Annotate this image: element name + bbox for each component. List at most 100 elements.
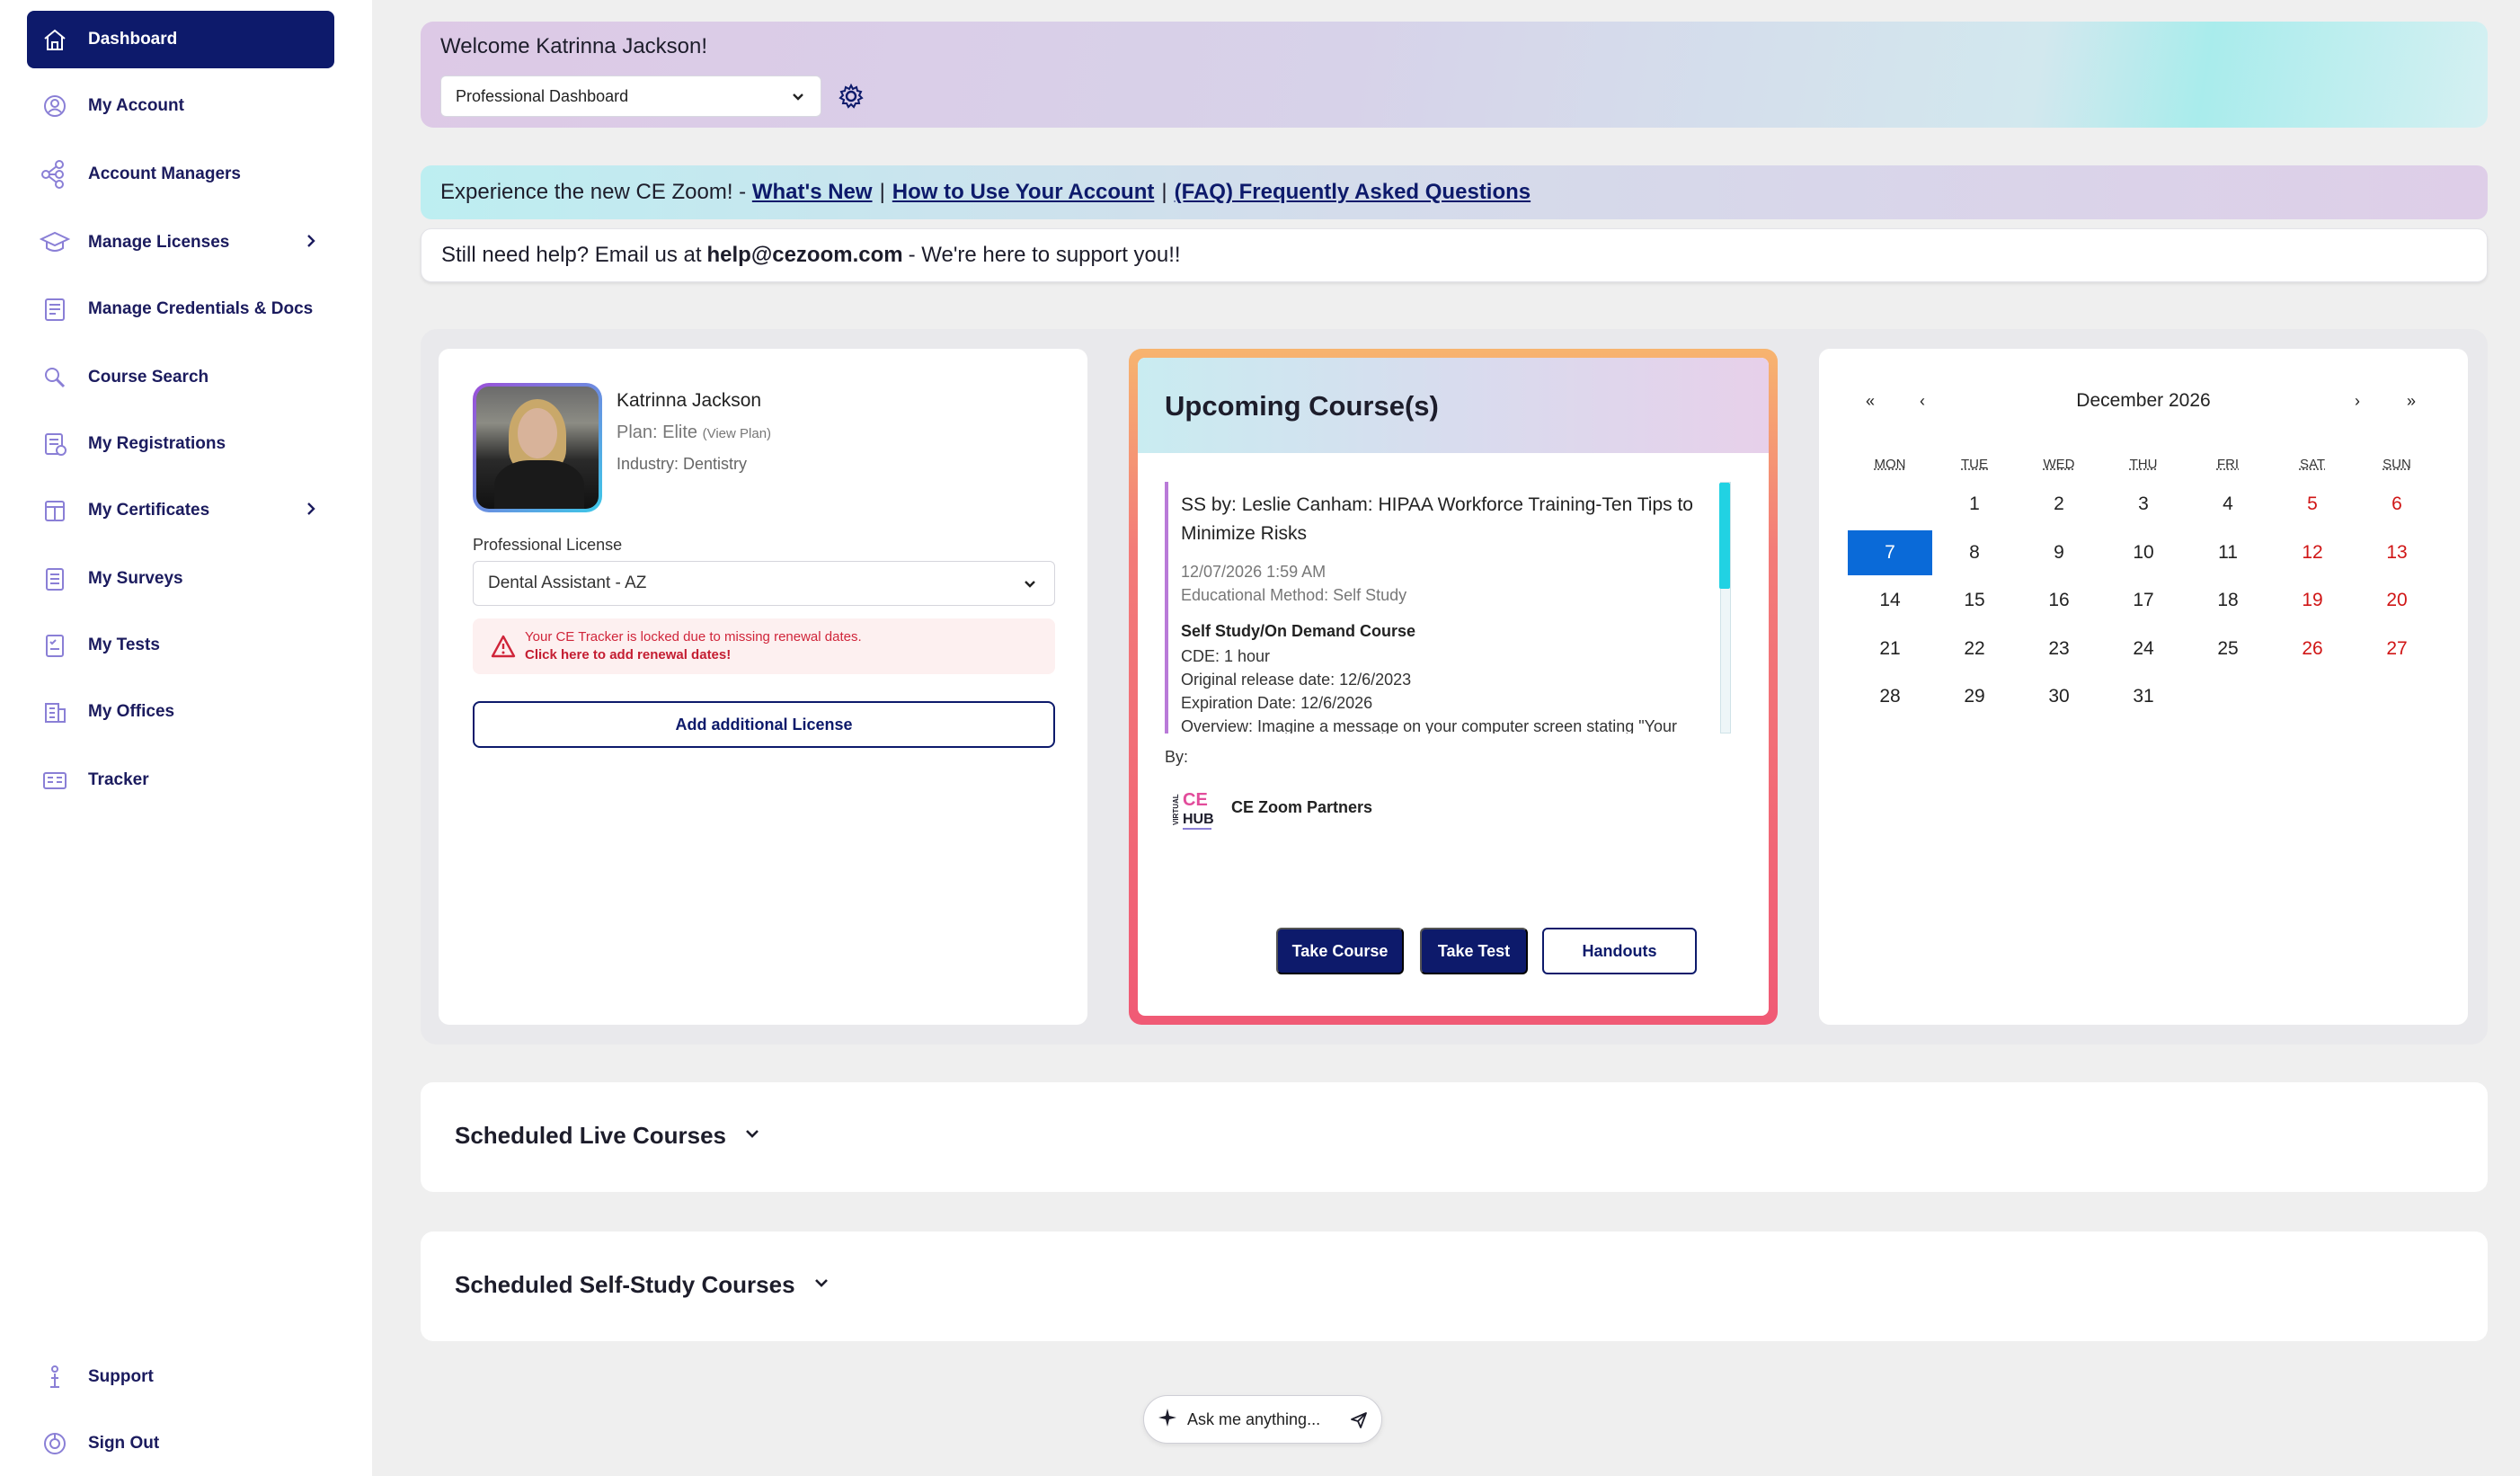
calendar-day-of-week: THU <box>2129 457 2158 472</box>
calendar-day[interactable]: 9 <box>2017 530 2101 575</box>
announcement-banner: Experience the new CE Zoom! - What's New… <box>421 165 2488 219</box>
sparkle-icon <box>1157 1407 1178 1433</box>
calendar-day[interactable]: 30 <box>2017 674 2101 719</box>
svg-text:CE: CE <box>1183 790 1208 810</box>
svg-text:HUB: HUB <box>1183 812 1214 827</box>
license-select[interactable]: Dental Assistant - AZ <box>473 561 1055 606</box>
calendar-day-of-week: FRI <box>2216 457 2240 472</box>
sidebar-item-manage-licenses[interactable]: Manage Licenses <box>27 214 334 271</box>
calendar-day[interactable]: 26 <box>2270 627 2355 671</box>
calendar-day[interactable]: 10 <box>2101 530 2186 575</box>
calendar-month: December 2026 <box>2076 390 2211 411</box>
handouts-button[interactable]: Handouts <box>1542 928 1697 974</box>
calendar-day[interactable]: 23 <box>2017 627 2101 671</box>
profile-plan: Plan: Elite (View Plan) <box>617 422 772 442</box>
sidebar-item-my-registrations[interactable]: My Registrations <box>27 415 334 473</box>
course-details: SS by: Leslie Canham: HIPAA Workforce Tr… <box>1165 482 1731 734</box>
calendar-day[interactable]: 4 <box>2186 482 2270 527</box>
profile-name: Katrinna Jackson <box>617 390 762 411</box>
chevron-down-icon <box>790 89 806 110</box>
sidebar-item-course-search[interactable]: Course Search <box>27 349 334 406</box>
chevron-right-icon[interactable] <box>302 500 320 518</box>
chevron-down-icon[interactable] <box>742 1122 762 1150</box>
calendar-day[interactable]: 29 <box>1932 674 2017 719</box>
scrollbar-thumb[interactable] <box>1719 483 1730 589</box>
sidebar-item-my-tests[interactable]: My Tests <box>27 617 334 674</box>
partner-logo: VIRTUAL CE HUB <box>1170 784 1217 834</box>
profile-industry: Industry: Dentistry <box>617 455 748 473</box>
whats-new-link[interactable]: What's New <box>752 180 873 205</box>
calendar-day-of-week: SAT <box>2299 457 2326 472</box>
calendar-day[interactable]: 22 <box>1932 627 2017 671</box>
help-email[interactable]: help@cezoom.com <box>707 243 903 268</box>
welcome-header: Welcome Katrinna Jackson! Professional D… <box>421 22 2488 128</box>
calendar-day[interactable]: 5 <box>2270 482 2355 527</box>
calendar-day[interactable]: 11 <box>2186 530 2270 575</box>
calendar-day[interactable]: 31 <box>2101 674 2186 719</box>
calendar-day[interactable]: 25 <box>2186 627 2270 671</box>
calendar-day[interactable]: 19 <box>2270 578 2355 623</box>
calendar-day-of-week: TUE <box>1961 457 1988 472</box>
calendar-day[interactable]: 15 <box>1932 578 2017 623</box>
chevron-down-icon <box>1022 576 1038 598</box>
take-course-button[interactable]: Take Course <box>1276 928 1404 974</box>
calendar-day[interactable]: 21 <box>1848 627 1932 671</box>
view-plan-link[interactable]: (View Plan) <box>703 426 771 441</box>
dashboard-select[interactable]: Professional Dashboard <box>440 76 821 117</box>
calendar-day[interactable]: 28 <box>1848 674 1932 719</box>
calendar-day[interactable]: 27 <box>2355 627 2439 671</box>
sidebar-item-my-offices[interactable]: My Offices <box>27 683 334 741</box>
course-title[interactable]: SS by: Leslie Canham: HIPAA Workforce Tr… <box>1181 491 1711 548</box>
gear-icon[interactable] <box>836 81 866 111</box>
sidebar-item-dashboard[interactable]: Dashboard <box>27 11 334 68</box>
license-label: Professional License <box>473 536 623 554</box>
ask-input[interactable]: Ask me anything... <box>1143 1395 1382 1444</box>
sidebar-item-support[interactable]: Support <box>27 1348 334 1406</box>
calendar-day[interactable]: 3 <box>2101 482 2186 527</box>
profile-card: Katrinna Jackson Plan: Elite (View Plan)… <box>439 349 1087 1025</box>
calendar-card: « ‹ December 2026 › » MON TUE WED THU FRI SAT… <box>1819 349 2468 1025</box>
calendar-day-of-week: WED <box>2043 457 2075 472</box>
calendar-day[interactable]: 7 <box>1848 529 1932 575</box>
take-test-button[interactable]: Take Test <box>1420 928 1528 974</box>
network-icon <box>40 159 70 190</box>
add-license-button[interactable]: Add additional License <box>473 701 1055 748</box>
tracker-icon <box>40 765 70 796</box>
chevron-right-icon[interactable] <box>302 232 320 250</box>
scheduled-self-study-courses[interactable]: Scheduled Self-Study Courses <box>421 1231 2488 1341</box>
calendar-day[interactable]: 20 <box>2355 578 2439 623</box>
sidebar-item-my-surveys[interactable]: My Surveys <box>27 550 334 608</box>
sidebar-item-my-certificates[interactable]: My Certificates <box>27 482 334 539</box>
calendar-day[interactable]: 18 <box>2186 578 2270 623</box>
warning-icon <box>491 635 516 662</box>
search-icon <box>40 362 70 393</box>
add-renewal-dates-link[interactable]: Click here to add renewal dates! <box>525 647 731 662</box>
partner-name: CE Zoom Partners <box>1231 798 1373 816</box>
calendar-last-button[interactable]: » <box>2407 392 2416 411</box>
sidebar-item-sign-out[interactable]: Sign Out <box>27 1415 334 1472</box>
calendar-next-button[interactable]: › <box>2355 392 2360 411</box>
sidebar-item-my-account[interactable]: My Account <box>27 77 334 135</box>
scheduled-live-courses[interactable]: Scheduled Live Courses <box>421 1082 2488 1192</box>
support-icon <box>40 1362 70 1392</box>
calendar-day[interactable]: 12 <box>2270 530 2355 575</box>
calendar-day[interactable]: 2 <box>2017 482 2101 527</box>
how-to-use-link[interactable]: How to Use Your Account <box>892 180 1155 205</box>
calendar-day[interactable]: 16 <box>2017 578 2101 623</box>
faq-link[interactable]: (FAQ) Frequently Asked Questions <box>1175 180 1531 205</box>
chevron-down-icon[interactable] <box>812 1271 831 1299</box>
certificate-icon <box>40 495 70 526</box>
scrollbar[interactable] <box>1719 482 1731 734</box>
calendar-day[interactable]: 8 <box>1932 530 2017 575</box>
calendar-day[interactable]: 17 <box>2101 578 2186 623</box>
sidebar-item-account-managers[interactable]: Account Managers <box>27 146 334 203</box>
credentials-icon <box>40 294 70 325</box>
calendar-day[interactable]: 14 <box>1848 578 1932 623</box>
calendar-day[interactable]: 24 <box>2101 627 2186 671</box>
sidebar-item-tracker[interactable]: Tracker <box>27 751 334 809</box>
calendar-day[interactable]: 6 <box>2355 482 2439 527</box>
calendar-day[interactable]: 13 <box>2355 530 2439 575</box>
send-icon[interactable] <box>1349 1410 1369 1435</box>
calendar-day[interactable]: 1 <box>1932 482 2017 527</box>
sidebar-item-manage-credentials[interactable]: Manage Credentials & Docs <box>27 280 334 338</box>
